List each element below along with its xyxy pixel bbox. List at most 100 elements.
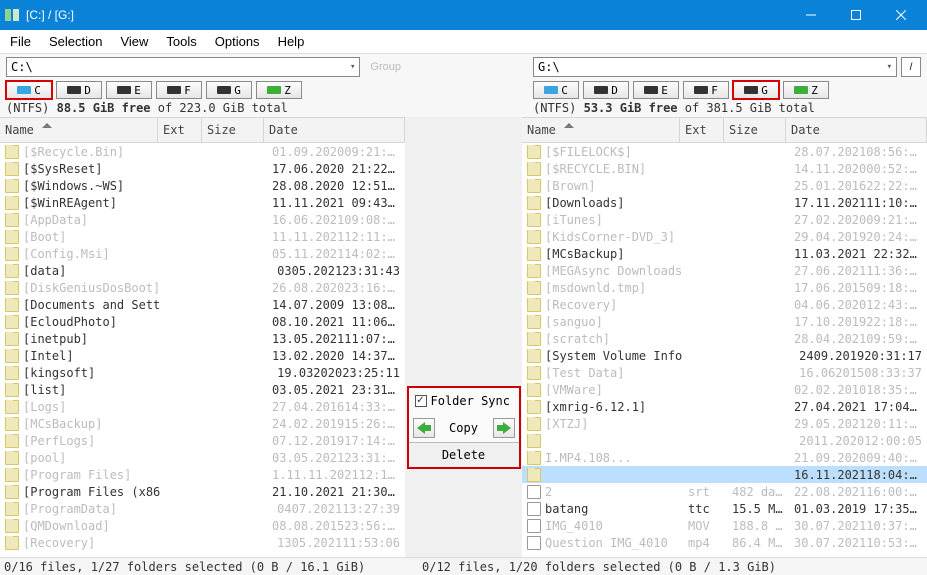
file-row[interactable]: 2srt482 days22.08.202116:00:36 bbox=[522, 483, 927, 500]
folder-row[interactable]: [Recovery]04.06.202012:43:06 bbox=[522, 296, 927, 313]
col-name[interactable]: Name bbox=[0, 118, 158, 142]
left-drive-g[interactable]: G bbox=[206, 81, 252, 99]
folder-row[interactable]: [VMWare]02.02.201018:35:35 bbox=[522, 381, 927, 398]
menu-selection[interactable]: Selection bbox=[49, 34, 102, 49]
chevron-down-icon[interactable]: ▾ bbox=[350, 62, 355, 72]
col-ext[interactable]: Ext bbox=[680, 118, 724, 142]
folder-sync-checkbox[interactable] bbox=[415, 395, 427, 407]
folder-row[interactable]: [$WinREAgent]11.11.2021 09:43:41 bbox=[0, 194, 405, 211]
folder-row[interactable]: [Boot]11.11.202112:11:39 bbox=[0, 228, 405, 245]
menu-view[interactable]: View bbox=[120, 34, 148, 49]
folder-row[interactable]: [xmrig-6.12.1]27.04.2021 17:04:59 bbox=[522, 398, 927, 415]
col-size[interactable]: Size bbox=[724, 118, 786, 142]
menu-help[interactable]: Help bbox=[278, 34, 305, 49]
chevron-down-icon[interactable]: ▾ bbox=[887, 62, 892, 72]
folder-icon bbox=[527, 145, 541, 159]
col-date[interactable]: Date bbox=[264, 118, 404, 142]
menu-tools[interactable]: Tools bbox=[166, 34, 196, 49]
col-date[interactable]: Date bbox=[786, 118, 926, 142]
folder-row[interactable]: [DiskGeniusDosBoot]26.08.202023:16:02 bbox=[0, 279, 405, 296]
folder-row[interactable]: [System Volume Informati...2409.201920:3… bbox=[522, 347, 927, 364]
folder-row[interactable]: [Test Data]16.06201508:33:37 bbox=[522, 364, 927, 381]
delete-button[interactable]: Delete bbox=[409, 442, 519, 467]
folder-row[interactable]: [Documents and Settings]14.07.2009 13:08… bbox=[0, 296, 405, 313]
folder-row[interactable]: [MCsBackup]24.02.201915:26:51 bbox=[0, 415, 405, 432]
folder-row[interactable]: [$Recycle.Bin]01.09.202009:21:31 bbox=[0, 143, 405, 160]
left-drive-z[interactable]: Z bbox=[256, 81, 302, 99]
item-name: [$RECYCLE.BIN] bbox=[545, 162, 646, 176]
folder-row[interactable]: [KidsCorner-DVD_3]29.04.201920:24:24 bbox=[522, 228, 927, 245]
folder-row[interactable]: [$FILELOCK$]28.07.202108:56:10 bbox=[522, 143, 927, 160]
folder-row[interactable]: [PerfLogs]07.12.201917:14:52 bbox=[0, 432, 405, 449]
file-row[interactable]: batangttc15.5 MiB01.03.2019 17:35:00 bbox=[522, 500, 927, 517]
right-drive-z[interactable]: Z bbox=[783, 81, 829, 99]
folder-row[interactable]: [inetpub]13.05.202111:07:30 bbox=[0, 330, 405, 347]
right-drive-f[interactable]: F bbox=[683, 81, 729, 99]
folder-row[interactable]: [ProgramData]0407.202113:27:39 bbox=[0, 500, 405, 517]
folder-icon bbox=[527, 451, 541, 465]
folder-row[interactable]: [AppData]16.06.202109:08:57 bbox=[0, 211, 405, 228]
folder-row[interactable]: [Brown]25.01.201622:22:11 bbox=[522, 177, 927, 194]
minimize-button[interactable] bbox=[788, 0, 833, 30]
left-drive-d[interactable]: D bbox=[56, 81, 102, 99]
folder-row[interactable]: [XTZJ]29.05.202120:11:08 bbox=[522, 415, 927, 432]
drive-letter: G bbox=[761, 84, 768, 97]
folder-row[interactable]: I.MP4.108...21.09.202009:40:46 bbox=[522, 449, 927, 466]
folder-row[interactable]: [pool]03.05.202123:31:43 bbox=[0, 449, 405, 466]
item-name: [MCsBackup] bbox=[545, 247, 624, 261]
folder-row[interactable]: [list]03.05.2021 23:31:43 bbox=[0, 381, 405, 398]
left-file-list[interactable]: [$Recycle.Bin]01.09.202009:21:31[$SysRes… bbox=[0, 143, 405, 557]
menu-file[interactable]: File bbox=[10, 34, 31, 49]
item-date: 26.08.202023:16:02 bbox=[267, 281, 405, 295]
col-ext[interactable]: Ext bbox=[158, 118, 202, 142]
folder-row[interactable]: [$RECYCLE.BIN]14.11.202000:52:03 bbox=[522, 160, 927, 177]
folder-row[interactable]: [data]0305.202123:31:43 bbox=[0, 262, 405, 279]
folder-row[interactable]: [kingsoft]19.03202023:25:11 bbox=[0, 364, 405, 381]
right-path-extra-button[interactable]: / bbox=[901, 57, 921, 77]
folder-row[interactable]: [iTunes]27.02.202009:21:46 bbox=[522, 211, 927, 228]
folder-row[interactable]: [Intel]13.02.2020 14:37:50 bbox=[0, 347, 405, 364]
copy-left-button[interactable] bbox=[413, 418, 435, 438]
item-name: I.MP4.108... bbox=[545, 451, 632, 465]
folder-row[interactable]: [Program Files (x86)]21.10.2021 21:30:48 bbox=[0, 483, 405, 500]
right-drive-d[interactable]: D bbox=[583, 81, 629, 99]
folder-row[interactable]: [MEGAsync Downloads]27.06.202111:36:35 bbox=[522, 262, 927, 279]
maximize-button[interactable] bbox=[833, 0, 878, 30]
folder-row[interactable]: 16.11.202118:04:32 bbox=[522, 466, 927, 483]
folder-row[interactable]: [EcloudPhoto]08.10.2021 11:06:10 bbox=[0, 313, 405, 330]
folder-row[interactable]: [MCsBackup]11.03.2021 22:32:23 bbox=[522, 245, 927, 262]
folder-row[interactable]: [Program Files]1.11.11.202112:10:36 bbox=[0, 466, 405, 483]
folder-row[interactable]: [msdownld.tmp]17.06.201509:18:44 bbox=[522, 279, 927, 296]
folder-row[interactable]: [Config.Msi]05.11.202114:02:48 bbox=[0, 245, 405, 262]
left-drive-c[interactable]: C bbox=[6, 81, 52, 99]
folder-row[interactable]: [$Windows.~WS]28.08.2020 12:51:48 bbox=[0, 177, 405, 194]
right-space-info: (NTFS) 53.3 GiB free of 381.5 GiB total bbox=[533, 101, 921, 115]
folder-row[interactable]: [Recovery]1305.202111:53:06 bbox=[0, 534, 405, 551]
right-drive-c[interactable]: C bbox=[533, 81, 579, 99]
folder-row[interactable]: 2011.202012:00:05 bbox=[522, 432, 927, 449]
right-drive-g[interactable]: G bbox=[733, 81, 779, 99]
menu-options[interactable]: Options bbox=[215, 34, 260, 49]
item-date: 11.11.2021 09:43:41 bbox=[267, 196, 405, 210]
folder-row[interactable]: [sanguo]17.10.201922:18:54 bbox=[522, 313, 927, 330]
col-name[interactable]: Name bbox=[522, 118, 680, 142]
folder-row[interactable]: [Downloads]17.11.202111:10:08 bbox=[522, 194, 927, 211]
col-size[interactable]: Size bbox=[202, 118, 264, 142]
copy-right-button[interactable] bbox=[493, 418, 515, 438]
left-path-input[interactable]: C:\ ▾ bbox=[6, 57, 360, 77]
folder-row[interactable]: [$SysReset]17.06.2020 21:22:42 bbox=[0, 160, 405, 177]
item-ext: srt bbox=[683, 485, 727, 499]
right-path-input[interactable]: G:\ ▾ bbox=[533, 57, 897, 77]
folder-row[interactable]: [Logs]27.04.201614:33:38 bbox=[0, 398, 405, 415]
drive-icon bbox=[117, 86, 131, 94]
left-drive-e[interactable]: E bbox=[106, 81, 152, 99]
file-row[interactable]: IMG_4010MOV188.8 MiB30.07.202110:37:11 bbox=[522, 517, 927, 534]
left-drive-f[interactable]: F bbox=[156, 81, 202, 99]
folder-row[interactable]: [QMDownload]08.08.201523:56:55 bbox=[0, 517, 405, 534]
file-row[interactable]: Question IMG_4010mp486.4 MiB30.07.202110… bbox=[522, 534, 927, 551]
right-drive-e[interactable]: E bbox=[633, 81, 679, 99]
close-button[interactable] bbox=[878, 0, 923, 30]
folder-row[interactable]: [scratch]28.04.202109:59:21 bbox=[522, 330, 927, 347]
item-name: [Boot] bbox=[23, 230, 66, 244]
right-file-list[interactable]: [$FILELOCK$]28.07.202108:56:10[$RECYCLE.… bbox=[522, 143, 927, 557]
